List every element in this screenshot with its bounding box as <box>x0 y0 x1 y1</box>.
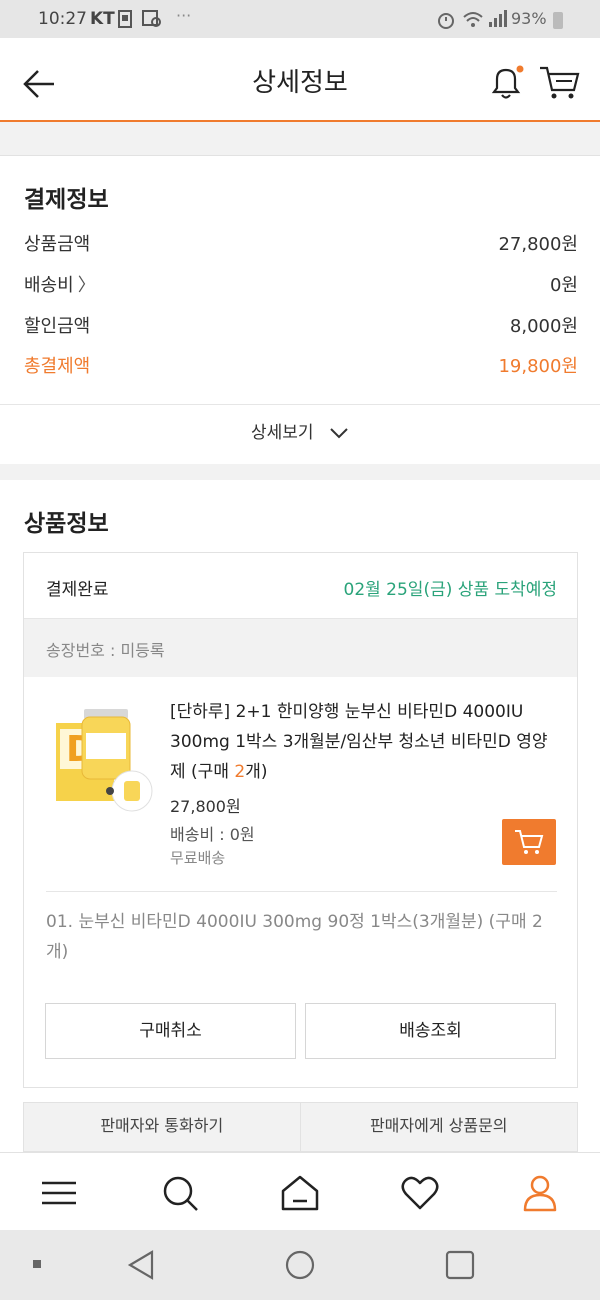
chevron-right-icon: 〉 <box>77 275 96 296</box>
cancel-purchase-button[interactable]: 구매취소 <box>45 1003 296 1059</box>
status-time: 10:27 <box>38 9 87 29</box>
bottom-nav <box>0 1152 600 1230</box>
product-section: 상품정보 결제완료 02월 25일(금) 상품 도착예정 송장번호 : 미등록 … <box>0 480 600 1152</box>
order-status-row: 결제완료 02월 25일(금) 상품 도착예정 <box>24 553 577 619</box>
shipping-fee-label-text: 배송비 <box>24 275 74 296</box>
product-option: 01. 눈부신 비타민D 4000IU 300mg 90정 1박스(3개월분) … <box>46 912 543 962</box>
order-status: 결제완료 <box>46 580 109 600</box>
seller-inquiry-button[interactable]: 판매자에게 상품문의 <box>301 1103 578 1151</box>
alarm-icon <box>438 13 454 29</box>
notification-dot <box>516 65 524 73</box>
product-amount-row: 상품금액 27,800원 <box>24 230 578 260</box>
discount-value: 8,000원 <box>509 316 578 337</box>
app-header: 상세정보 <box>0 38 600 122</box>
product-amount-value: 27,800원 <box>498 234 578 255</box>
product-price: 27,800원 <box>170 797 241 816</box>
sim-icon <box>118 10 132 28</box>
bell-icon[interactable] <box>486 62 526 102</box>
add-to-cart-button[interactable] <box>502 819 556 865</box>
chevron-down-icon <box>330 428 348 439</box>
invoice-number: 송장번호 : 미등록 <box>46 641 165 660</box>
view-details-label: 상세보기 <box>251 423 314 443</box>
total-value: 19,800원 <box>498 356 578 377</box>
home-circle-icon[interactable] <box>284 1249 316 1281</box>
call-seller-button[interactable]: 판매자와 통화하기 <box>24 1103 301 1151</box>
divider <box>46 891 557 892</box>
battery-level: 93% <box>511 9 547 28</box>
divider <box>0 404 600 405</box>
shipping-fee-row[interactable]: 배송비 〉 0원 <box>24 271 578 301</box>
invoice-row: 송장번호 : 미등록 <box>24 619 577 677</box>
shipping-fee-label: 배송비 〉 <box>24 271 96 297</box>
product-image[interactable]: D <box>54 703 154 813</box>
payment-section: 결제정보 상품금액 27,800원 배송비 〉 0원 할인금액 8,000원 총결… <box>0 156 600 464</box>
search-icon[interactable] <box>160 1173 200 1213</box>
product-quantity: 2 <box>234 762 246 782</box>
system-nav-bar <box>0 1230 600 1300</box>
back-triangle-icon[interactable] <box>126 1249 156 1281</box>
product-amount-label: 상품금액 <box>24 234 91 255</box>
menu-icon[interactable] <box>40 1173 80 1213</box>
status-bar: 10:27 KT ··· 93% <box>0 0 600 38</box>
cart-icon <box>515 830 544 854</box>
product-title: 상품정보 <box>24 511 109 537</box>
shipping-fee-value: 0원 <box>549 275 578 296</box>
chart-search-icon <box>142 10 161 27</box>
wifi-icon <box>463 12 483 27</box>
payment-title: 결제정보 <box>24 187 109 213</box>
product-name-text: [단하루] 2+1 한미양행 눈부신 비타민D 4000IU 300mg 1박스… <box>170 702 548 782</box>
product-shipping: 배송비 : 0원 <box>170 825 255 844</box>
product-name[interactable]: [단하루] 2+1 한미양행 눈부신 비타민D 4000IU 300mg 1박스… <box>170 697 560 787</box>
free-shipping-note: 무료배송 <box>170 849 226 867</box>
nav-dot-icon <box>33 1260 41 1268</box>
product-name-suffix: 개) <box>245 762 268 782</box>
order-card: 결제완료 02월 25일(금) 상품 도착예정 송장번호 : 미등록 D [단하… <box>23 552 578 1088</box>
cart-icon[interactable] <box>538 62 582 102</box>
section-gap <box>0 122 600 156</box>
battery-icon <box>553 12 563 29</box>
discount-row: 할인금액 8,000원 <box>24 312 578 342</box>
more-dots-icon: ··· <box>176 6 192 25</box>
discount-label: 할인금액 <box>24 316 91 337</box>
heart-icon[interactable] <box>400 1173 440 1213</box>
view-details-button[interactable]: 상세보기 <box>0 418 600 443</box>
home-icon[interactable] <box>280 1173 320 1213</box>
status-carrier: KT <box>90 9 115 29</box>
total-row: 총결제액 19,800원 <box>24 352 578 382</box>
track-delivery-button[interactable]: 배송조회 <box>305 1003 556 1059</box>
signal-icon <box>489 10 507 27</box>
recents-square-icon[interactable] <box>444 1249 476 1281</box>
profile-icon[interactable] <box>520 1173 560 1213</box>
total-label: 총결제액 <box>24 356 91 377</box>
arrival-date: 02월 25일(금) 상품 도착예정 <box>343 580 558 600</box>
seller-actions: 판매자와 통화하기 판매자에게 상품문의 <box>23 1102 578 1152</box>
